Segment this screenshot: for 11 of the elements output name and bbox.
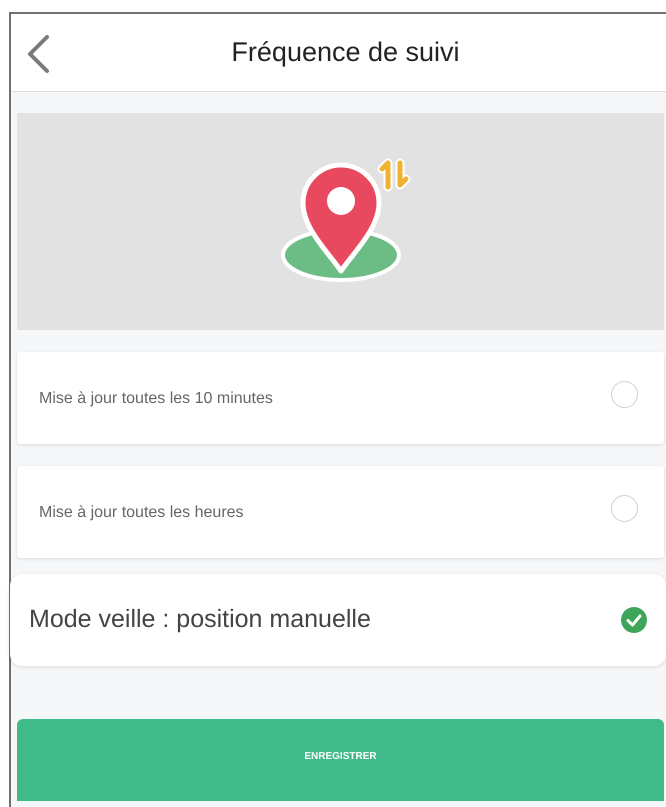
page-title: Fréquence de suivi — [231, 36, 460, 70]
option-label: Mode veille : position manuelle — [29, 604, 371, 636]
radio-button[interactable] — [611, 494, 638, 522]
check-icon — [620, 606, 648, 634]
radio-button[interactable] — [611, 380, 638, 408]
back-icon[interactable] — [25, 34, 51, 74]
option-label: Mise à jour toutes les heures — [39, 503, 244, 523]
option-row[interactable]: Mise à jour toutes les 10 minutes — [17, 352, 664, 444]
option-row[interactable]: Mode veille : position manuelle — [10, 574, 666, 666]
option-label: Mise à jour toutes les 10 minutes — [39, 389, 273, 409]
option-row[interactable]: Mise à jour toutes les heures — [17, 466, 664, 558]
